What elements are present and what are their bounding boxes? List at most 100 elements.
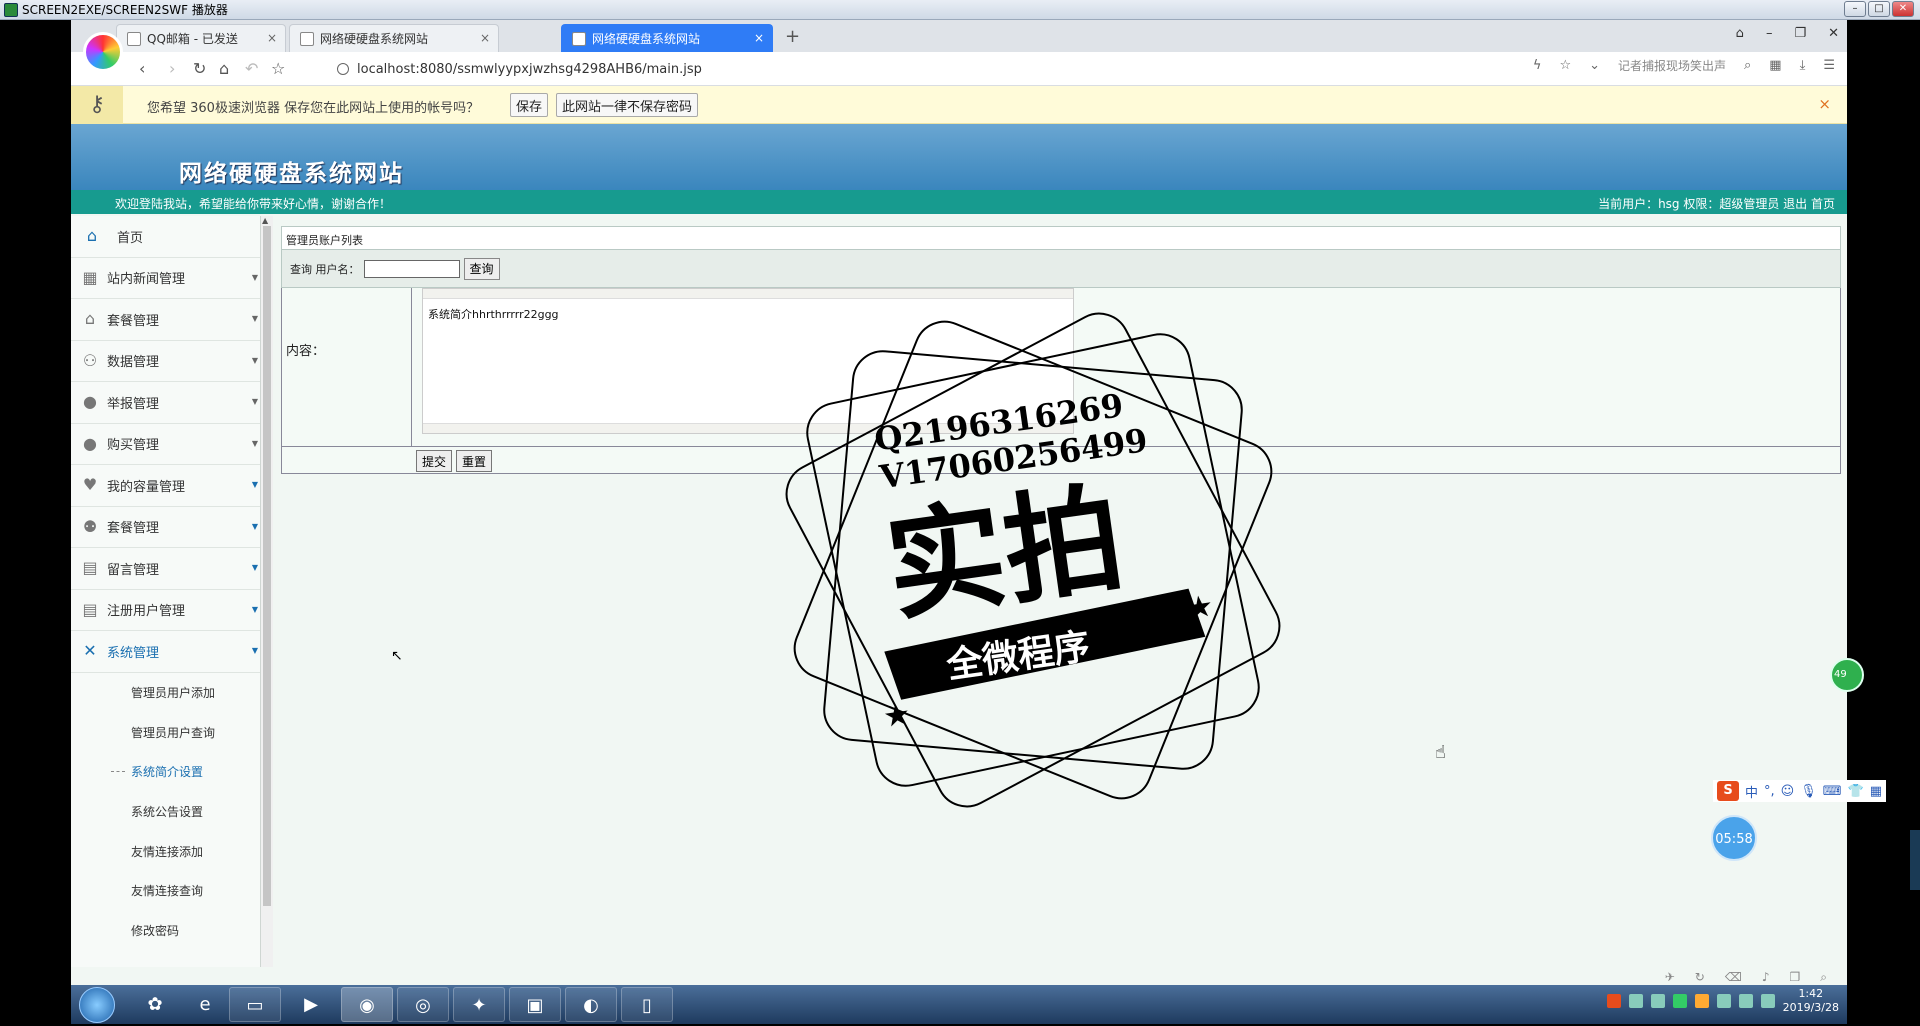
submenu-intro-settings[interactable]: 系统简介设置 (71, 752, 260, 792)
submenu-link-query[interactable]: 友情连接查询 (71, 871, 260, 911)
clock[interactable]: 1:42 2019/3/28 (1783, 987, 1839, 1015)
chevron-down-icon: ▼ (251, 314, 258, 323)
sidebar-item-package[interactable]: ⌂ 套餐管理 ▼ (71, 299, 260, 341)
editor-toolbar[interactable] (423, 289, 1073, 299)
app-icon[interactable]: ▯ (621, 987, 673, 1022)
new-tab-button[interactable]: + (785, 26, 800, 47)
restore-icon[interactable]: ❐ (1794, 26, 1806, 41)
tab-close-icon[interactable]: × (267, 31, 277, 45)
ie-icon[interactable]: e (179, 987, 231, 1022)
mic-icon[interactable]: 🎙 (1800, 784, 1817, 799)
ime-toolbar[interactable]: S 中 °, ☺ 🎙 ⌨ 👕 ▦ (1713, 780, 1886, 802)
user-info[interactable]: 当前用户：hsg 权限：超级管理员 退出 首页 (1598, 195, 1835, 212)
apps-icon[interactable]: ▦ (1769, 58, 1781, 73)
refresh-icon[interactable]: ↻ (1695, 970, 1705, 984)
zoom-icon[interactable]: ⌕ (1820, 970, 1827, 985)
home-icon[interactable]: ⌂ (219, 59, 229, 78)
favorite-icon[interactable]: ☆ (1559, 58, 1571, 73)
forward-icon[interactable]: › (169, 59, 175, 78)
sidebar-item-purchase[interactable]: ● 购买管理 ▼ (71, 424, 260, 465)
sidebar-item-package-2[interactable]: ⚉ 套餐管理 ▼ (71, 507, 260, 548)
minimize-button[interactable]: – (1844, 1, 1866, 17)
flash-icon[interactable]: ϟ (1533, 58, 1542, 73)
close-button[interactable]: ✕ (1892, 1, 1914, 17)
sidebar-item-system[interactable]: ✕ 系统管理 ▼ (71, 631, 260, 673)
submenu-admin-add[interactable]: 管理员用户添加 (71, 673, 260, 713)
submenu-change-password[interactable]: 修改密码 (71, 911, 260, 951)
dropdown-icon[interactable]: ⌄ (1589, 58, 1600, 73)
green-app-icon[interactable]: ◎ (397, 987, 449, 1022)
tray-icon[interactable] (1672, 994, 1687, 1008)
floating-badge[interactable]: 49 (1830, 658, 1864, 692)
grid-icon[interactable]: ▦ (1870, 784, 1882, 799)
sidebar-item-capacity[interactable]: ♥ 我的容量管理 ▼ (71, 465, 260, 507)
punct-icon[interactable]: °, (1764, 784, 1775, 799)
sidebar-item-data[interactable]: ⚇ 数据管理 ▼ (71, 341, 260, 382)
tray-icon[interactable] (1694, 994, 1709, 1008)
start-button[interactable] (79, 987, 115, 1023)
tray-icon[interactable] (1716, 994, 1731, 1008)
app-icon[interactable]: ✿ (129, 987, 181, 1022)
search-icon[interactable]: ⌕ (1744, 58, 1751, 73)
close-icon[interactable]: ✕ (1828, 26, 1839, 41)
tab-close-icon[interactable]: × (754, 31, 764, 45)
network-icon[interactable] (1738, 994, 1753, 1008)
sogou-icon[interactable]: S (1717, 781, 1739, 801)
sidebar-item-news[interactable]: ▦ 站内新闻管理 ▼ (71, 258, 260, 299)
sidebar-item-users[interactable]: ▤ 注册用户管理 ▼ (71, 590, 260, 631)
skin-icon[interactable]: 👕 (1848, 784, 1864, 799)
sogou-tray-icon[interactable] (1606, 994, 1621, 1008)
username-search-input[interactable] (363, 259, 460, 278)
address-bar[interactable]: localhost:8080/ssmwlyypxjwzhsg4298AHB6/m… (337, 58, 1517, 80)
scroll-thumb[interactable] (263, 226, 271, 906)
minimize-icon[interactable]: – (1766, 26, 1773, 41)
reload-icon[interactable]: ↻ (193, 59, 206, 78)
sidebar-item-report[interactable]: ● 举报管理 ▼ (71, 382, 260, 424)
recording-timer[interactable]: 05:58 (1711, 815, 1757, 861)
app-icon[interactable]: ◐ (565, 987, 617, 1022)
volume-icon[interactable] (1760, 994, 1775, 1008)
speaker-icon[interactable]: ♪ (1762, 970, 1770, 984)
keyboard-icon[interactable]: ⌨ (1823, 784, 1842, 799)
app-icon[interactable]: ✦ (453, 987, 505, 1022)
submenu-notice-settings[interactable]: 系统公告设置 (71, 792, 260, 832)
submenu-admin-query[interactable]: 管理员用户查询 (71, 712, 260, 752)
tab-qq-mail[interactable]: QQ邮箱 - 已发送 × (116, 24, 286, 52)
close-bar-icon[interactable]: × (1818, 95, 1831, 113)
tab-site[interactable]: 网络硬硬盘系统网站 × (289, 24, 499, 52)
url-text[interactable]: localhost:8080/ssmwlyypxjwzhsg4298AHB6/m… (357, 62, 702, 77)
submit-button[interactable]: 提交 (416, 450, 453, 472)
sidebar-scrollbar[interactable]: ▲ ▼ (261, 216, 273, 987)
tray-icon[interactable] (1650, 994, 1665, 1008)
reset-button[interactable]: 重置 (456, 450, 493, 472)
search-button[interactable]: 查询 (463, 257, 500, 280)
never-save-button[interactable]: 此网站一律不保存密码 (556, 93, 699, 117)
window-icon[interactable]: ❐ (1790, 970, 1801, 984)
sidebar-item-messages[interactable]: ▤ 留言管理 ▼ (71, 548, 260, 590)
rocket-icon[interactable]: ✈ (1665, 970, 1675, 984)
scroll-up-icon[interactable]: ▲ (262, 216, 268, 225)
folder-icon[interactable]: ▭ (229, 987, 281, 1022)
download-icon[interactable]: ⤓ (1800, 58, 1806, 73)
tab-site-active[interactable]: 网络硬硬盘系统网站 × (561, 24, 773, 52)
menu-icon[interactable]: ☰ (1823, 58, 1835, 73)
browser-logo-icon[interactable] (83, 32, 123, 72)
tab-close-icon[interactable]: × (480, 31, 490, 45)
app-icon[interactable]: ▣ (509, 987, 561, 1022)
submenu-link-add[interactable]: 友情连接添加 (71, 831, 260, 871)
browser-360-icon[interactable]: ◉ (341, 987, 393, 1022)
site-info-icon[interactable] (337, 63, 349, 75)
trash-icon[interactable]: ⌫ (1725, 970, 1742, 984)
search-hint[interactable]: 记者捕报现场笑出声 (1618, 57, 1726, 74)
ime-mode-zh[interactable]: 中 (1745, 782, 1758, 801)
sidebar-item-home[interactable]: ⌂ 首页 (71, 216, 260, 258)
undo-icon[interactable]: ↶ (245, 59, 258, 78)
shirt-icon[interactable]: ⌂ (1736, 26, 1744, 41)
emoji-icon[interactable]: ☺ (1781, 784, 1795, 799)
maximize-button[interactable]: □ (1868, 1, 1890, 17)
tray-icon[interactable] (1628, 994, 1643, 1008)
save-password-button[interactable]: 保存 (510, 93, 549, 117)
bookmark-star-icon[interactable]: ☆ (271, 59, 285, 78)
media-icon[interactable]: ▶ (285, 987, 337, 1022)
back-icon[interactable]: ‹ (139, 59, 145, 78)
